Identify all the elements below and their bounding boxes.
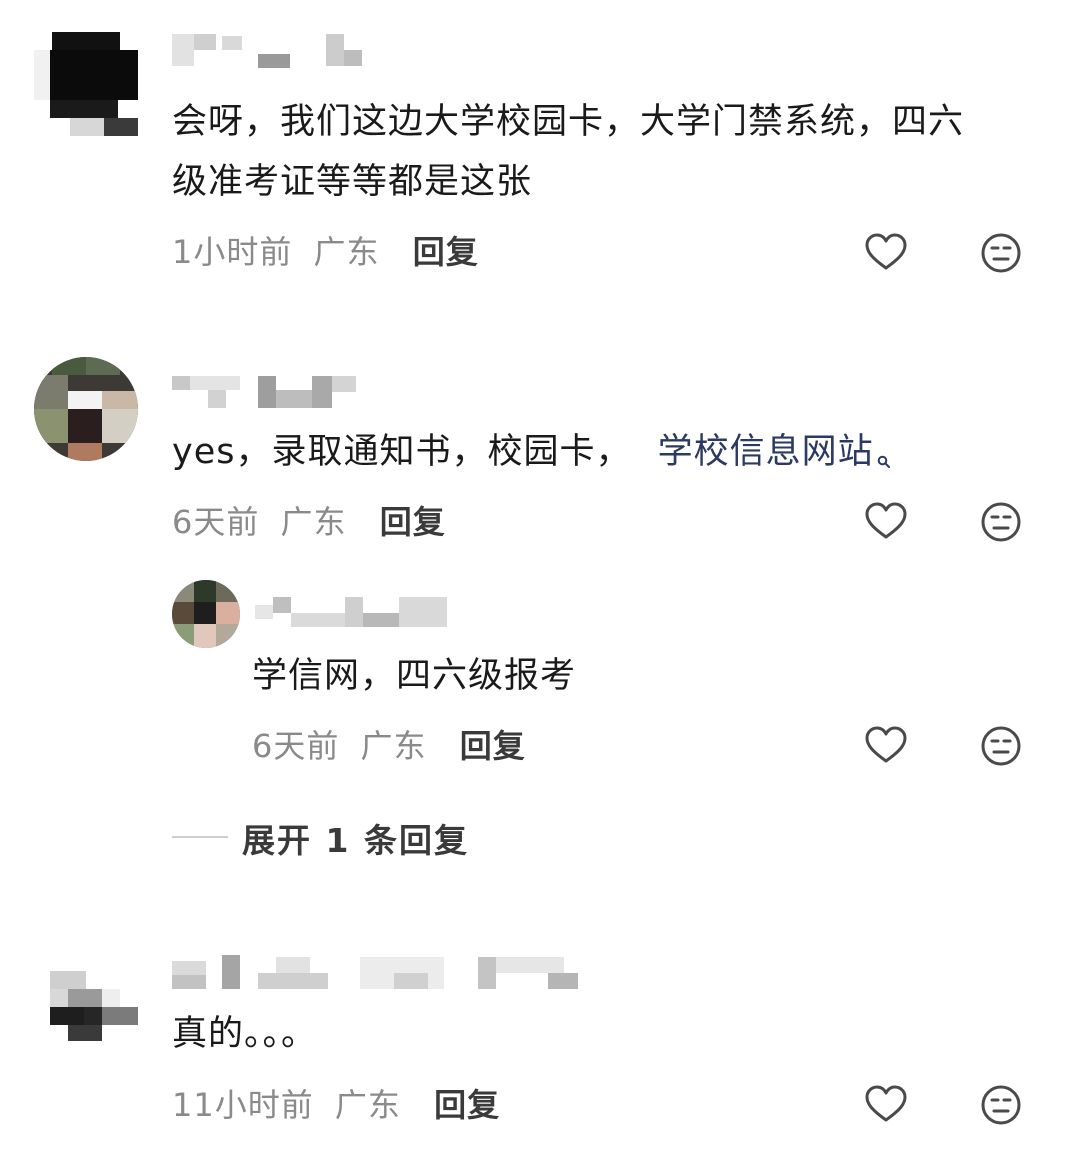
username-redacted[interactable] [172, 955, 612, 995]
avatar[interactable] [34, 357, 138, 461]
heart-icon[interactable] [864, 724, 908, 768]
reply-meta: 6天前 广东 回复 [252, 726, 526, 766]
timestamp: 6天前 [172, 503, 260, 541]
timestamp: 6天前 [252, 727, 340, 765]
reply-text: 学信网，四六级报考 [252, 656, 577, 696]
location: 广东 [280, 503, 347, 541]
reply-button[interactable]: 回复 [380, 503, 446, 541]
comment-text: yes，录取通知书，校园卡， 学校信息网站 [172, 422, 1052, 488]
comment-text: 真的。。。 [172, 1014, 318, 1054]
username-redacted[interactable] [255, 597, 455, 637]
expand-replies-button[interactable]: 展开 1 条回复 [242, 814, 469, 862]
neutral-face-icon[interactable] [979, 724, 1023, 768]
heart-icon[interactable] [864, 500, 908, 544]
reply-button[interactable]: 回复 [413, 233, 479, 271]
comment-text-prefix: yes，录取通知书，校园卡， [172, 432, 632, 472]
reply-button[interactable]: 回复 [434, 1086, 500, 1124]
comment-text-line: 级准考证等等都是这张 [172, 162, 533, 202]
reply-button[interactable]: 回复 [460, 727, 526, 765]
timestamp: 11小时前 [172, 1086, 314, 1124]
location: 广东 [334, 1086, 401, 1124]
comment-text: 会呀，我们这边大学校园卡，大学门禁系统，四六 级准考证等等都是这张 [172, 92, 1052, 212]
comment-meta: 6天前 广东 回复 [172, 502, 446, 542]
avatar[interactable] [172, 580, 240, 648]
neutral-face-icon[interactable] [979, 1083, 1023, 1127]
location: 广东 [360, 727, 427, 765]
avatar[interactable] [34, 32, 138, 136]
expand-divider [172, 836, 228, 838]
neutral-face-icon[interactable] [979, 231, 1023, 275]
avatar[interactable] [34, 955, 138, 1059]
timestamp: 1小时前 [172, 233, 293, 271]
location: 广东 [313, 233, 380, 271]
username-redacted[interactable] [172, 34, 412, 74]
comment-text-line: 会呀，我们这边大学校园卡，大学门禁系统，四六 [172, 102, 965, 142]
search-link[interactable]: 学校信息网站 [658, 432, 891, 472]
heart-icon[interactable] [864, 1083, 908, 1127]
comment-meta: 1小时前 广东 回复 [172, 232, 479, 272]
heart-icon[interactable] [864, 231, 908, 275]
comment-meta: 11小时前 广东 回复 [172, 1085, 500, 1125]
search-icon[interactable] [877, 428, 891, 488]
username-redacted[interactable] [172, 376, 372, 416]
link-text[interactable]: 学校信息网站 [658, 432, 874, 472]
neutral-face-icon[interactable] [979, 500, 1023, 544]
